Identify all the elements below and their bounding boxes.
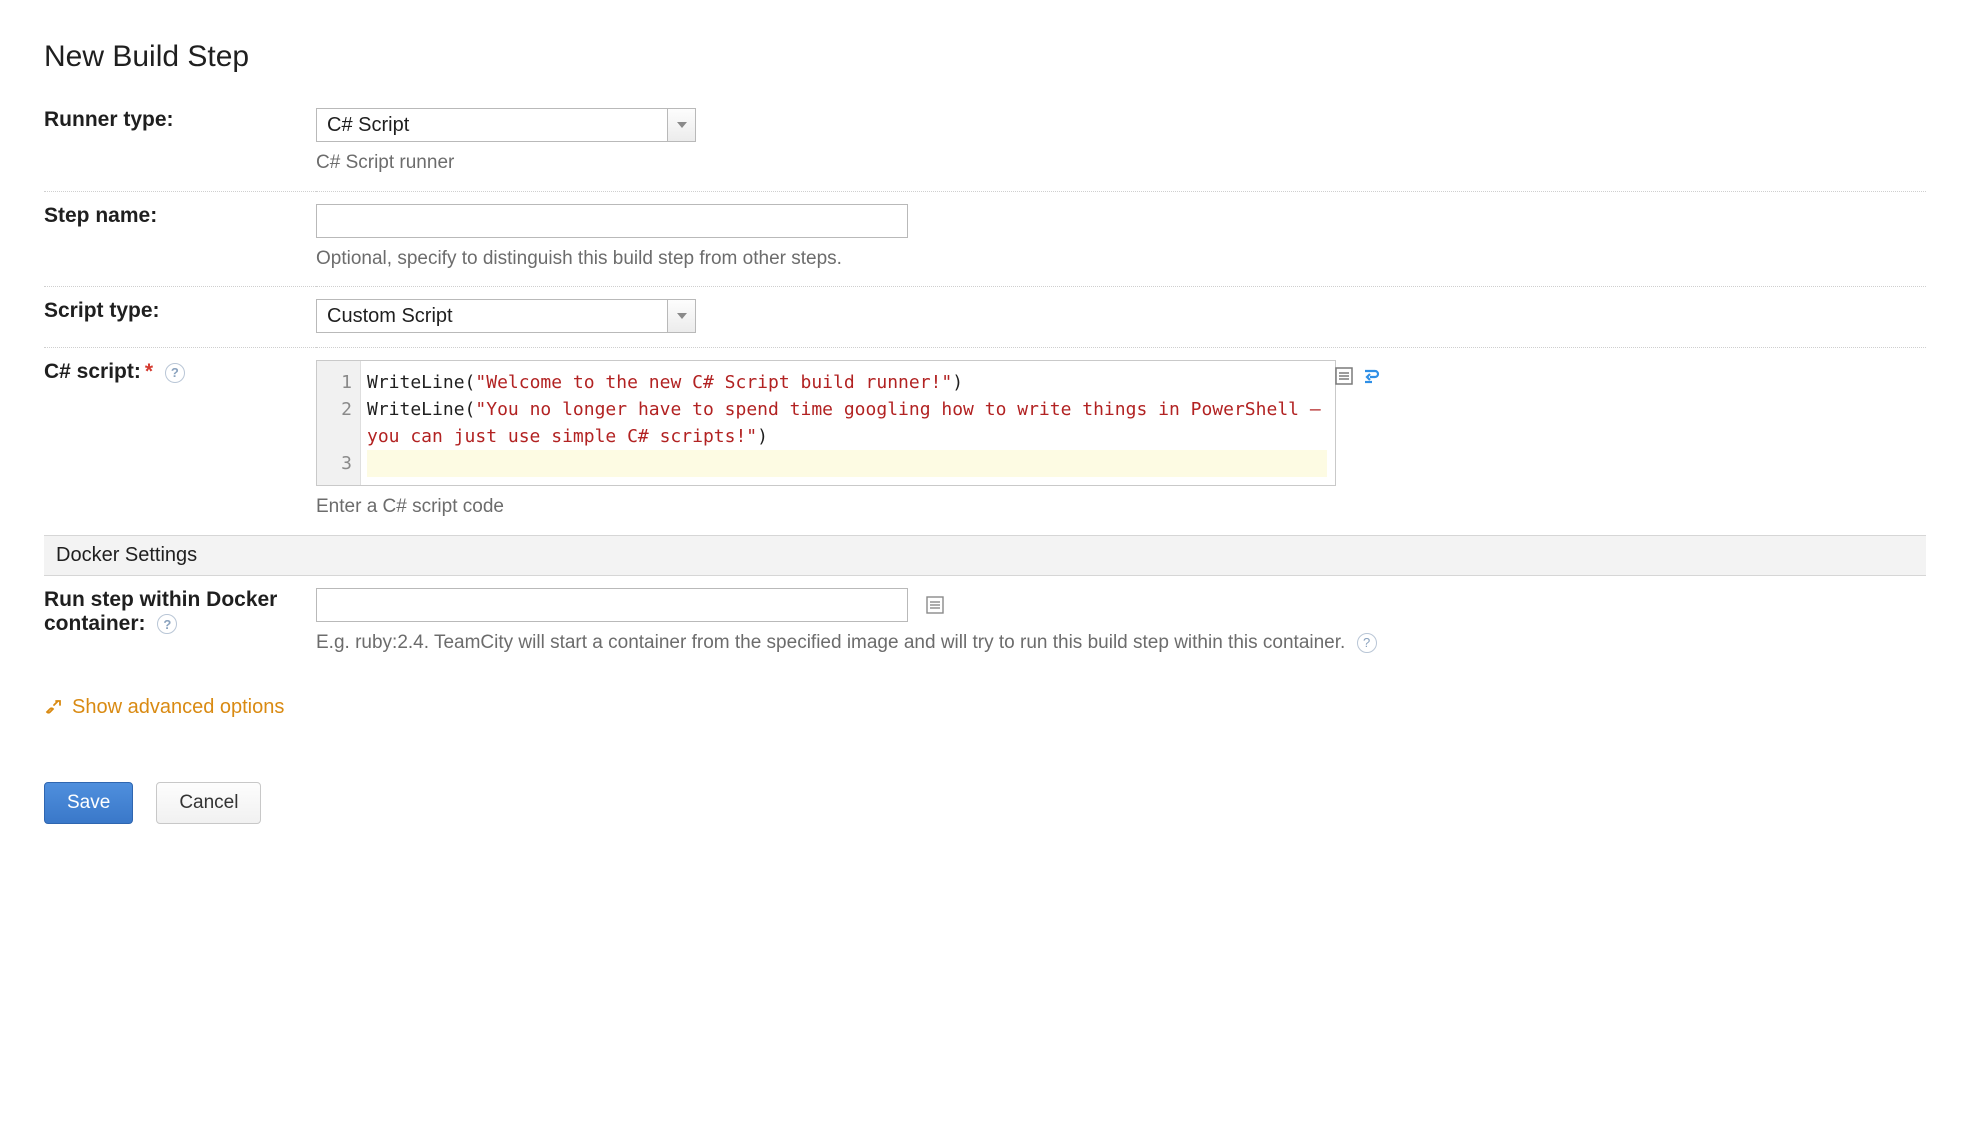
runner-type-select[interactable]: C# Script <box>316 108 696 142</box>
editor-body[interactable]: WriteLine("Welcome to the new C# Script … <box>361 361 1335 485</box>
script-type-select[interactable]: Custom Script <box>316 299 696 333</box>
runner-type-helper: C# Script runner <box>316 150 1926 177</box>
step-name-label: Step name: <box>44 191 316 287</box>
dropdown-icon <box>667 300 695 332</box>
editor-gutter: 1 2 3 <box>317 361 361 485</box>
required-asterisk: * <box>145 360 153 383</box>
docker-container-input[interactable] <box>316 588 908 622</box>
docker-settings-header: Docker Settings <box>44 535 1926 576</box>
browse-icon[interactable] <box>925 595 945 615</box>
step-name-helper: Optional, specify to distinguish this bu… <box>316 246 1926 273</box>
csharp-script-label: C# script:* ? <box>44 348 316 535</box>
runner-type-value: C# Script <box>317 109 667 141</box>
runner-type-label: Runner type: <box>44 96 316 191</box>
script-type-label: Script type: <box>44 287 316 348</box>
docker-container-helper: E.g. ruby:2.4. TeamCity will start a con… <box>316 630 1926 657</box>
script-type-value: Custom Script <box>317 300 667 332</box>
cancel-button[interactable]: Cancel <box>156 782 261 824</box>
csharp-script-editor[interactable]: 1 2 3 WriteLine("Welcome to the new C# S… <box>316 360 1336 486</box>
step-name-input[interactable] <box>316 204 908 238</box>
help-icon[interactable]: ? <box>1357 633 1377 653</box>
show-advanced-options-label: Show advanced options <box>72 696 284 719</box>
help-icon[interactable]: ? <box>165 363 185 383</box>
show-advanced-options-link[interactable]: Show advanced options <box>44 696 284 719</box>
dropdown-icon <box>667 109 695 141</box>
docker-container-label: Run step within Docker container: ? <box>44 576 316 671</box>
save-button[interactable]: Save <box>44 782 133 824</box>
wrap-icon[interactable] <box>1363 367 1381 385</box>
help-icon[interactable]: ? <box>157 614 177 634</box>
csharp-script-helper: Enter a C# script code <box>316 494 1926 521</box>
page-title: New Build Step <box>44 40 1926 74</box>
expand-icon[interactable] <box>1335 367 1353 385</box>
